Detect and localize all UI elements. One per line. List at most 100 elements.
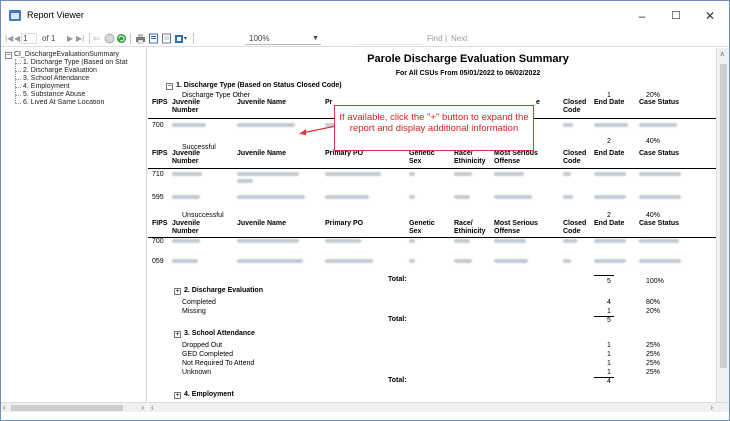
column-end-date: End Date: [594, 150, 625, 157]
column-closed-code: Closed Code: [563, 150, 587, 165]
group-count: 1: [607, 92, 611, 99]
report-title: Parole Discharge Evaluation Summary: [367, 53, 569, 65]
column-genetic-sex: Genetic Sex: [409, 150, 435, 165]
report-horizontal-scrollbar[interactable]: ‹ ›: [148, 402, 729, 412]
next-page-icon[interactable]: ▶: [67, 33, 73, 45]
section-school-attendance-heading[interactable]: +3. School Attendance: [174, 330, 255, 338]
app-icon: [9, 10, 21, 21]
column-most-serious-offense: e: [536, 99, 540, 106]
minimize-button[interactable]: –: [628, 6, 656, 26]
group-percent: 40%: [646, 212, 661, 219]
row-label: Not Required To Attend: [182, 360, 255, 367]
print-icon[interactable]: [135, 33, 146, 44]
page-number-input[interactable]: 1: [21, 33, 37, 44]
refresh-icon[interactable]: [116, 33, 127, 44]
row-percent: 25%: [646, 342, 661, 349]
scroll-left-icon[interactable]: ‹: [3, 403, 6, 412]
tree-item-school-attendance[interactable]: 3. School Attendance: [15, 75, 147, 83]
zoom-value: 100%: [249, 34, 270, 43]
find-button[interactable]: Find: [427, 33, 443, 45]
total-count: 4: [607, 378, 611, 385]
section-employment-heading[interactable]: +4. Employment: [174, 391, 234, 399]
row-fips: 595: [152, 194, 164, 201]
row-count: 1: [607, 351, 611, 358]
column-most-serious-offense: Most Serious Offense: [494, 150, 538, 165]
row-label: Unknown: [182, 369, 212, 376]
scroll-right-icon[interactable]: ›: [141, 403, 144, 412]
zoom-select[interactable]: 100% ▼: [245, 33, 321, 45]
page-count: of 1: [42, 34, 56, 43]
tree-item-substance-abuse[interactable]: 5. Substance Abuse: [15, 91, 147, 99]
section-heading-label: 4. Employment: [184, 391, 234, 398]
column-genetic-sex: Genetic Sex: [409, 220, 435, 235]
page-setup-icon[interactable]: [161, 33, 172, 44]
report-vertical-scrollbar[interactable]: ˄: [716, 48, 729, 402]
row-count: 1: [607, 342, 611, 349]
scrollbar-thumb[interactable]: [720, 64, 727, 368]
document-map-horizontal-scrollbar[interactable]: ‹ ›: [1, 402, 147, 412]
column-fips: FIPS: [152, 220, 168, 227]
row-label: Completed: [182, 299, 216, 306]
column-end-date: End Date: [594, 220, 625, 227]
last-page-icon[interactable]: ▶|: [76, 33, 84, 45]
close-button[interactable]: ✕: [696, 6, 724, 26]
first-page-icon[interactable]: |◀: [5, 33, 13, 45]
report-subtitle: For All CSUs From 05/01/2022 to 06/02/20…: [395, 70, 541, 77]
stop-icon[interactable]: [104, 33, 115, 44]
group-percent: 20%: [646, 92, 661, 99]
column-case-status: Case Status: [639, 150, 680, 157]
tree-item-discharge-type[interactable]: 1. Discharge Type (Based on Stat: [15, 59, 147, 67]
tree-item-lived-at-same-location[interactable]: 6. Lived At Same Location: [15, 99, 147, 107]
expand-icon[interactable]: +: [174, 392, 181, 399]
row-label: Dropped Out: [182, 342, 223, 349]
maximize-button[interactable]: ☐: [662, 6, 690, 26]
tree-root[interactable]: − CI_DischargeEvaluationSummary: [5, 51, 119, 59]
column-race-ethnicity: Race/ Ethinicity: [454, 150, 486, 165]
document-map: − CI_DischargeEvaluationSummary 1. Discha…: [1, 48, 147, 412]
section-heading-label: 3. School Attendance: [184, 330, 255, 337]
column-juvenile-number: Juvenile Number: [172, 99, 201, 114]
column-most-serious-offense: Most Serious Offense: [494, 220, 538, 235]
toolbar: |◀ ◀ 1 of 1 ▶ ▶| ⇦ ▾ 100% ▼ Find | Next: [1, 31, 729, 47]
column-fips: FIPS: [152, 150, 168, 157]
find-next-button[interactable]: Next: [451, 33, 467, 45]
export-dropdown-arrow-icon[interactable]: ▾: [184, 33, 187, 45]
total-label: Total:: [388, 276, 407, 283]
row-count: 1: [607, 360, 611, 367]
section-discharge-type-heading[interactable]: −1. Discharge Type (Based on Status Clos…: [166, 82, 342, 90]
scroll-left-icon[interactable]: ‹: [151, 403, 154, 412]
expand-icon[interactable]: +: [174, 331, 181, 338]
back-icon[interactable]: ⇦: [93, 33, 100, 45]
scrollbar-thumb[interactable]: [11, 405, 123, 411]
total-count: 5: [607, 278, 611, 285]
row-fips: 700: [152, 122, 164, 129]
column-race-ethnicity: Race/ Ethinicity: [454, 220, 486, 235]
column-closed-code: Closed Code: [563, 99, 587, 114]
window-title: Report Viewer: [27, 10, 84, 20]
scroll-up-icon[interactable]: ˄: [720, 50, 725, 59]
tree-item-discharge-evaluation[interactable]: 2. Discharge Evaluation: [15, 67, 147, 75]
group-count: 2: [607, 138, 611, 145]
collapse-icon[interactable]: −: [5, 52, 12, 59]
row-percent: 80%: [646, 299, 661, 306]
total-count: 5: [607, 317, 611, 324]
report-area: Parole Discharge Evaluation Summary For …: [148, 48, 716, 402]
previous-page-icon[interactable]: ◀: [14, 33, 20, 45]
row-percent: 25%: [646, 369, 661, 376]
print-layout-icon[interactable]: [148, 33, 159, 44]
expand-icon[interactable]: +: [174, 288, 181, 295]
row-percent: 25%: [646, 360, 661, 367]
tree-item-employment[interactable]: 4. Employment: [15, 83, 147, 91]
row-percent: 25%: [646, 351, 661, 358]
column-juvenile-name: Juvenile Name: [237, 99, 287, 106]
column-primary-po: Pr: [325, 99, 333, 106]
scroll-right-icon[interactable]: ›: [710, 403, 713, 412]
find-input[interactable]: [357, 33, 421, 45]
collapse-icon[interactable]: −: [166, 83, 173, 90]
group-label: Discharge Type Other: [182, 92, 250, 99]
title-bar: Report Viewer – ☐ ✕: [1, 1, 729, 31]
section-heading-label: 2. Discharge Evaluation: [184, 287, 263, 294]
section-discharge-evaluation-heading[interactable]: +2. Discharge Evaluation: [174, 287, 263, 295]
row-fips: 700: [152, 238, 164, 245]
chevron-down-icon: ▼: [312, 35, 319, 42]
